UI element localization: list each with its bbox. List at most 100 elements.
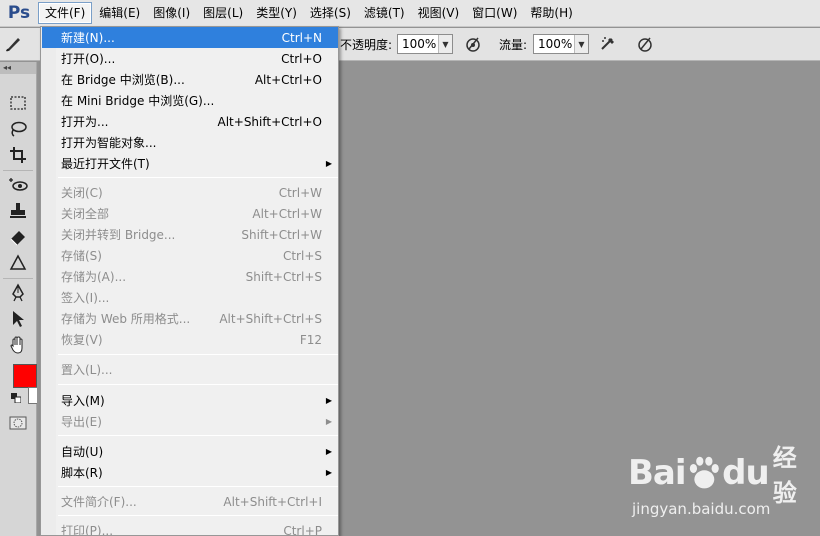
eraser-tool-icon[interactable] xyxy=(0,224,36,250)
menu-item-shortcut: Ctrl+S xyxy=(282,248,322,263)
flow-value[interactable]: 100% xyxy=(534,37,574,51)
brush-preset-icon[interactable] xyxy=(4,34,22,52)
menu-item-label: 导出(E) xyxy=(61,415,102,429)
menu-separator xyxy=(58,177,338,178)
menu-item-label: 打开为... xyxy=(61,115,109,129)
menu-item-label: 关闭并转到 Bridge... xyxy=(61,228,176,242)
menu-item-label: 打开(O)... xyxy=(61,52,116,66)
menu-item-new[interactable]: 新建(N)... Ctrl+N xyxy=(42,27,338,48)
menu-item-shortcut: Alt+Shift+Ctrl+S xyxy=(219,311,322,326)
panel-collapse-icon[interactable]: ◂◂ xyxy=(0,62,36,74)
menu-item-label: 在 Mini Bridge 中浏览(G)... xyxy=(61,94,215,108)
menu-item-file-info[interactable]: 文件简介(F)... Alt+Shift+Ctrl+I xyxy=(42,491,338,512)
menu-edit[interactable]: 编辑(E) xyxy=(93,2,146,24)
menu-layer[interactable]: 图层(L) xyxy=(197,2,249,24)
pen-tool-icon[interactable] xyxy=(0,280,36,306)
menu-item-save-for-web[interactable]: 存储为 Web 所用格式... Alt+Shift+Ctrl+S xyxy=(42,308,338,329)
menu-image[interactable]: 图像(I) xyxy=(147,2,196,24)
spot-healing-tool-icon[interactable] xyxy=(0,172,36,198)
menu-item-shortcut: Ctrl+W xyxy=(278,185,322,200)
menu-item-shortcut: Ctrl+N xyxy=(281,30,322,45)
menu-filter[interactable]: 滤镜(T) xyxy=(358,2,411,24)
menu-item-place[interactable]: 置入(L)... xyxy=(42,359,338,380)
blur-tool-icon[interactable] xyxy=(0,250,36,276)
menu-item-label: 新建(N)... xyxy=(61,31,115,45)
menu-item-import[interactable]: 导入(M) ▶ xyxy=(42,390,338,411)
menu-item-save[interactable]: 存储(S) Ctrl+S xyxy=(42,245,338,266)
menu-item-recent-files[interactable]: 最近打开文件(T) ▶ xyxy=(42,153,338,174)
crop-tool-icon[interactable] xyxy=(0,142,36,168)
menu-item-print[interactable]: 打印(P)... Ctrl+P xyxy=(42,520,338,536)
clone-stamp-tool-icon[interactable] xyxy=(0,198,36,224)
menu-item-close-all[interactable]: 关闭全部 Alt+Ctrl+W xyxy=(42,203,338,224)
menu-item-open[interactable]: 打开(O)... Ctrl+O xyxy=(42,48,338,69)
menu-item-scripts[interactable]: 脚本(R) ▶ xyxy=(42,462,338,483)
file-menu-dropdown: 新建(N)... Ctrl+N 打开(O)... Ctrl+O 在 Bridge… xyxy=(40,26,339,536)
flow-label: 流量: xyxy=(499,38,528,52)
menu-item-close[interactable]: 关闭(C) Ctrl+W xyxy=(42,182,338,203)
menu-item-shortcut: Shift+Ctrl+S xyxy=(245,269,322,284)
opacity-field[interactable]: 100% ▼ xyxy=(397,34,453,54)
menu-item-label: 存储(S) xyxy=(61,249,102,263)
menu-item-save-as[interactable]: 存储为(A)... Shift+Ctrl+S xyxy=(42,266,338,287)
menu-item-label: 导入(M) xyxy=(61,394,105,408)
menu-item-label: 文件简介(F)... xyxy=(61,495,137,509)
menu-item-label: 存储为(A)... xyxy=(61,270,127,284)
watermark-brand: Bai xyxy=(628,453,687,493)
menu-separator xyxy=(58,515,338,516)
submenu-arrow-icon: ▶ xyxy=(325,396,332,405)
menu-separator xyxy=(58,384,338,385)
menu-item-export[interactable]: 导出(E) ▶ xyxy=(42,411,338,432)
submenu-arrow-icon: ▶ xyxy=(325,159,332,168)
lasso-tool-icon[interactable] xyxy=(0,116,36,142)
menu-view[interactable]: 视图(V) xyxy=(412,2,466,24)
menu-item-label: 置入(L)... xyxy=(61,363,113,377)
airbrush-icon[interactable] xyxy=(599,35,617,53)
quick-mask-icon[interactable] xyxy=(9,416,27,430)
watermark-logo: Bai du 经验 xyxy=(628,444,818,507)
menu-help[interactable]: 帮助(H) xyxy=(524,2,578,24)
foreground-color-swatch[interactable] xyxy=(13,364,37,388)
menu-item-label: 打开为智能对象... xyxy=(61,136,157,150)
tool-divider xyxy=(3,170,33,171)
menu-item-label: 恢复(V) xyxy=(61,333,103,347)
flow-field[interactable]: 100% ▼ xyxy=(533,34,589,54)
hand-tool-icon[interactable] xyxy=(0,332,36,358)
menu-item-close-go-bridge[interactable]: 关闭并转到 Bridge... Shift+Ctrl+W xyxy=(42,224,338,245)
chevron-down-icon[interactable]: ▼ xyxy=(438,35,452,53)
watermark-brand-suffix: du xyxy=(722,453,770,493)
menu-item-label: 在 Bridge 中浏览(B)... xyxy=(61,73,185,87)
menu-select[interactable]: 选择(S) xyxy=(304,2,357,24)
menu-separator xyxy=(58,435,338,436)
submenu-arrow-icon: ▶ xyxy=(325,447,332,456)
menu-item-label: 自动(U) xyxy=(61,445,104,459)
opacity-value[interactable]: 100% xyxy=(398,37,438,51)
menu-item-shortcut: Shift+Ctrl+W xyxy=(241,227,322,242)
photoshop-logo: Ps xyxy=(7,3,31,23)
default-colors-icon[interactable] xyxy=(11,392,22,404)
pressure-opacity-icon[interactable] xyxy=(464,35,482,53)
menu-item-open-as[interactable]: 打开为... Alt+Shift+Ctrl+O xyxy=(42,111,338,132)
menu-item-automate[interactable]: 自动(U) ▶ xyxy=(42,441,338,462)
watermark-product: 经验 xyxy=(772,444,798,507)
menu-window[interactable]: 窗口(W) xyxy=(466,2,523,24)
menu-item-shortcut: F12 xyxy=(299,332,322,347)
menu-item-revert[interactable]: 恢复(V) F12 xyxy=(42,329,338,350)
pressure-size-icon[interactable] xyxy=(636,35,654,53)
path-selection-tool-icon[interactable] xyxy=(0,306,36,332)
submenu-arrow-icon: ▶ xyxy=(325,417,332,426)
menu-item-browse-bridge[interactable]: 在 Bridge 中浏览(B)... Alt+Ctrl+O xyxy=(42,69,338,90)
menu-item-shortcut: Ctrl+P xyxy=(283,523,322,536)
menu-separator xyxy=(58,354,338,355)
chevron-down-icon[interactable]: ▼ xyxy=(574,35,588,53)
menu-item-check-in[interactable]: 签入(I)... xyxy=(42,287,338,308)
menu-item-open-as-smart-object[interactable]: 打开为智能对象... xyxy=(42,132,338,153)
submenu-arrow-icon: ▶ xyxy=(325,468,332,477)
marquee-tool-icon[interactable] xyxy=(0,90,36,116)
menu-type[interactable]: 类型(Y) xyxy=(250,2,303,24)
baidu-jingyan-watermark: Bai du 经验 jingyan.baidu.com xyxy=(628,444,818,532)
menu-item-label: 脚本(R) xyxy=(61,466,103,480)
menu-item-browse-mini-bridge[interactable]: 在 Mini Bridge 中浏览(G)... xyxy=(42,90,338,111)
menu-file[interactable]: 文件(F) xyxy=(38,2,93,24)
menu-item-label: 签入(I)... xyxy=(61,291,110,305)
